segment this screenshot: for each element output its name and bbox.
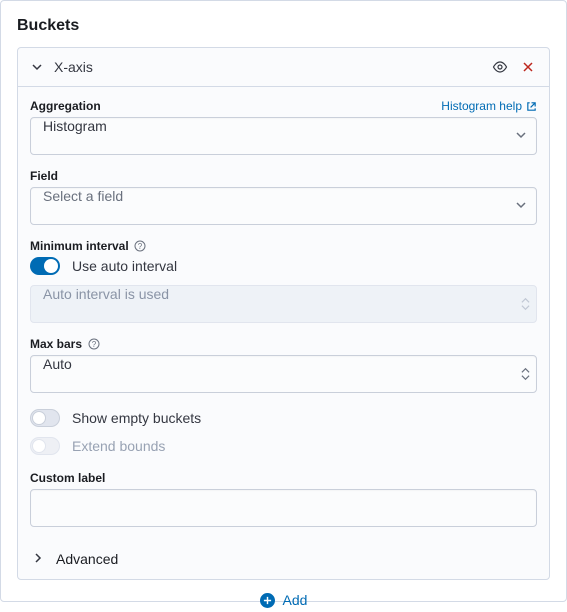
min-interval-label-row: Minimum interval ? [30,239,537,253]
add-button[interactable]: Add [17,580,550,612]
plus-circle-icon [260,593,275,608]
aggregation-label: Aggregation [30,99,101,113]
chevron-down-icon [30,60,44,74]
chevron-right-icon [32,551,44,567]
svg-text:?: ? [138,242,143,251]
auto-interval-toggle-row: Use auto interval [30,257,537,275]
buckets-panel: Buckets X-axis Aggregation Histogram hel… [0,0,567,602]
field-label: Field [30,169,58,183]
add-label: Add [283,592,308,608]
advanced-label: Advanced [56,551,118,567]
close-icon[interactable] [519,58,537,76]
panel-title: Buckets [17,17,550,35]
show-empty-toggle[interactable] [30,409,60,427]
custom-label-label: Custom label [30,471,105,485]
extend-bounds-toggle-row: Extend bounds [30,437,537,455]
max-bars-label-row: Max bars ? [30,337,537,351]
histogram-help-link[interactable]: Histogram help [441,99,537,113]
advanced-toggle[interactable]: Advanced [30,543,537,579]
bucket-header[interactable]: X-axis [18,48,549,86]
help-icon[interactable]: ? [134,240,147,253]
field-select[interactable]: Select a field [30,187,537,225]
bucket-title: X-axis [54,59,481,75]
bucket-config: X-axis Aggregation Histogram help Histog… [17,47,550,580]
aggregation-select[interactable]: Histogram [30,117,537,155]
max-bars-label: Max bars [30,337,82,351]
show-empty-toggle-row: Show empty buckets [30,409,537,427]
min-interval-input: Auto interval is used [30,285,537,323]
eye-icon[interactable] [491,58,509,76]
field-label-row: Field [30,169,537,183]
auto-interval-toggle[interactable] [30,257,60,275]
custom-label-row: Custom label [30,471,537,485]
max-bars-input[interactable]: Auto [30,355,537,393]
external-link-icon [526,101,537,112]
custom-label-input[interactable] [30,489,537,527]
extend-bounds-label: Extend bounds [72,438,165,454]
auto-interval-label: Use auto interval [72,258,177,274]
show-empty-label: Show empty buckets [72,410,201,426]
min-interval-label: Minimum interval [30,239,129,253]
help-icon[interactable]: ? [87,338,100,351]
extend-bounds-toggle [30,437,60,455]
bucket-body: Aggregation Histogram help Histogram Fie… [18,86,549,579]
stepper-icon[interactable] [521,368,530,381]
stepper-icon [521,298,530,311]
svg-text:?: ? [91,340,96,349]
aggregation-label-row: Aggregation Histogram help [30,99,537,113]
